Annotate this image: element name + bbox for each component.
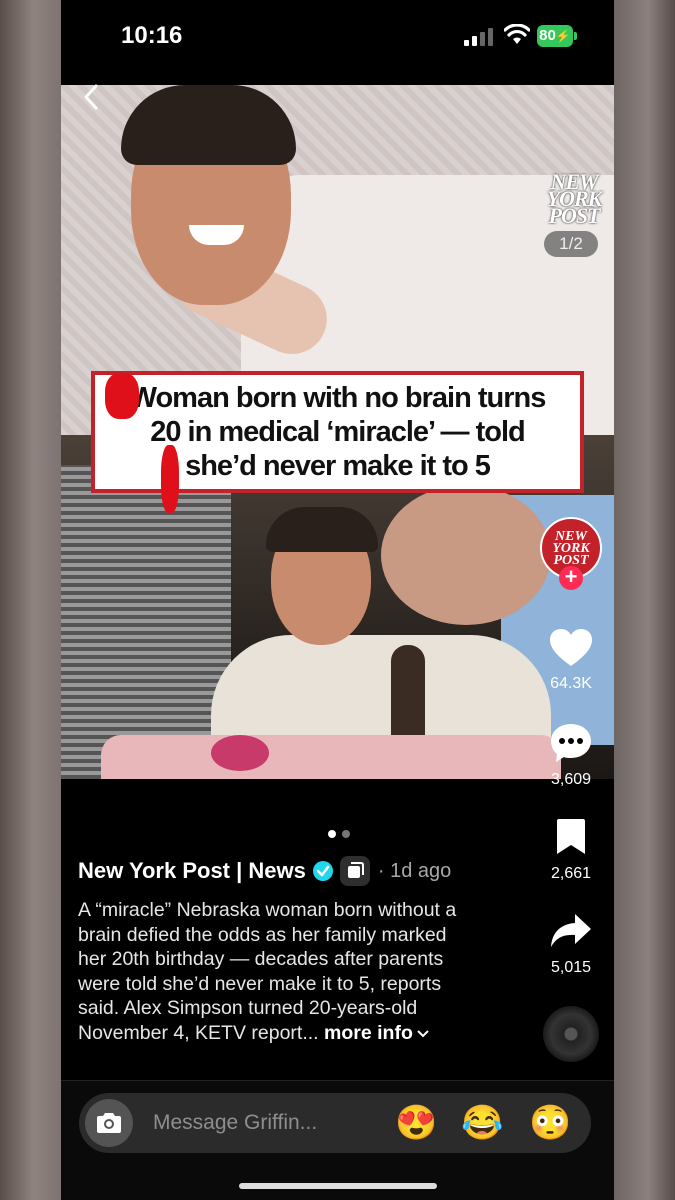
status-time: 10:16 [121, 22, 183, 49]
carousel-dots [325, 825, 353, 843]
message-placeholder[interactable]: Message Griffin... [153, 1111, 317, 1135]
emoji-tears-of-joy-button[interactable]: 😂 [461, 1103, 503, 1143]
home-indicator[interactable] [239, 1183, 437, 1189]
headline-line-1: Woman born with no brain turns [129, 382, 547, 414]
heart-icon [550, 629, 592, 666]
verified-badge-icon [312, 861, 333, 881]
battery-icon: 80⚡ [537, 25, 573, 47]
comment-bubble-icon [551, 724, 591, 762]
photo-mode-icon[interactable] [339, 856, 370, 886]
nyp-logo-watermark: NEW YORK POST [539, 171, 609, 228]
camera-icon [97, 1113, 121, 1133]
message-bar: Message Griffin... 😍 😂 😳 [61, 1080, 614, 1200]
save-count: 2,661 [550, 865, 592, 882]
music-disc-icon[interactable] [543, 1006, 599, 1062]
left-person [61, 465, 231, 779]
carousel-dot-active [328, 830, 336, 838]
caption-text[interactable]: A “miracle” Nebraska woman born without … [78, 898, 478, 1045]
back-icon[interactable] [77, 82, 107, 112]
comment-button[interactable]: 3,609 [536, 722, 606, 789]
author-row: New York Post | News · 1d ago [78, 856, 451, 886]
bookmark-icon [557, 819, 585, 854]
battery-level: 80 [539, 27, 556, 44]
more-info-link[interactable]: more info [324, 1022, 430, 1044]
share-button[interactable]: 5,015 [536, 912, 606, 977]
hair-top [121, 85, 296, 165]
red-scribble-bottom [161, 445, 179, 513]
camera-button[interactable] [85, 1099, 133, 1147]
chevron-down-icon [417, 1029, 429, 1037]
carousel-dot [342, 830, 350, 838]
photo-page-indicator: 1/2 [544, 231, 598, 257]
status-bar: 10:16 80⚡ [61, 0, 614, 80]
author-name[interactable]: New York Post | News [78, 858, 306, 884]
emoji-flushed-button[interactable]: 😳 [529, 1103, 571, 1143]
save-button[interactable]: 2,661 [536, 818, 606, 883]
share-count: 5,015 [550, 959, 592, 976]
corsage [211, 735, 269, 771]
post-media[interactable]: Woman born with no brain turns 20 in med… [61, 85, 614, 779]
wifi-icon [504, 24, 530, 44]
follow-button[interactable]: + [559, 566, 583, 590]
share-arrow-icon [551, 914, 591, 947]
nyp-logo-line-3: POST [548, 203, 601, 228]
message-input-pill[interactable]: Message Griffin... 😍 😂 😳 [79, 1093, 591, 1153]
phone-screen: 10:16 80⚡ Woman born with no brain turns… [61, 0, 614, 1200]
pink-blanket [101, 735, 561, 779]
headline-line-2: 20 in medical ‘miracle’ — told [150, 416, 526, 448]
red-scribble-top [105, 373, 139, 419]
cellular-signal-icon [464, 28, 493, 46]
battery-nub [574, 32, 577, 40]
comment-count: 3,609 [550, 771, 592, 788]
post-time-ago: · 1d ago [377, 859, 452, 882]
more-info-label: more info [324, 1021, 413, 1044]
emoji-heart-eyes-button[interactable]: 😍 [395, 1103, 437, 1143]
bald-head [381, 485, 551, 625]
hair-bottom [266, 507, 378, 552]
like-button[interactable]: 64.3K [536, 628, 606, 693]
like-count: 64.3K [550, 675, 592, 692]
